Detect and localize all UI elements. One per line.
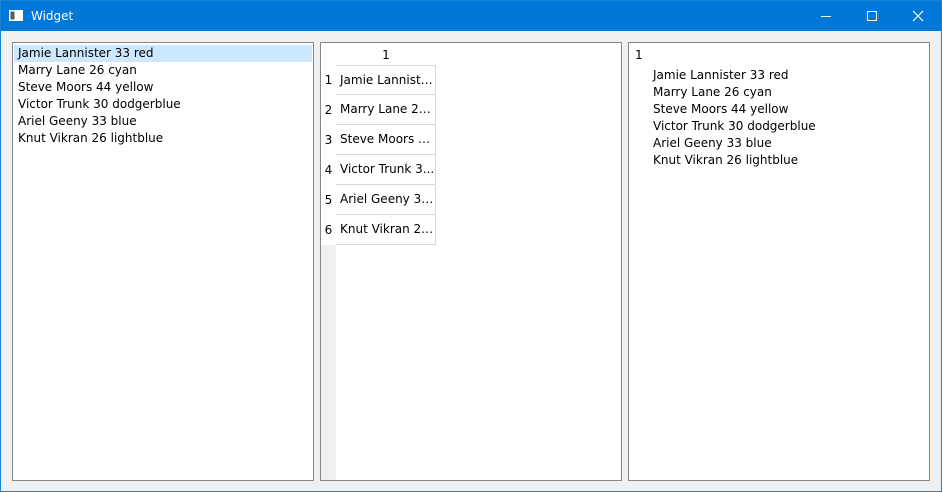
minimize-icon: [821, 16, 831, 17]
table-cell[interactable]: Steve Moors 4...: [336, 125, 436, 155]
maximize-icon: [867, 11, 877, 21]
app-window: Widget Jamie Lannister 33 red Marry Lane…: [0, 0, 942, 492]
table-cell[interactable]: Ariel Geeny 33 ...: [336, 185, 436, 215]
list-item[interactable]: Knut Vikran 26 lightblue: [14, 130, 312, 147]
tree-view[interactable]: 1 Jamie Lannister 33 red Marry Lane 26 c…: [628, 42, 930, 481]
table-corner[interactable]: [321, 43, 336, 65]
close-icon: [912, 10, 924, 22]
tree-item[interactable]: Jamie Lannister 33 red: [653, 67, 789, 84]
table-cell[interactable]: Victor Trunk 3...: [336, 155, 436, 185]
row-header[interactable]: 5: [321, 185, 336, 215]
row-header[interactable]: 6: [321, 215, 336, 245]
title-bar[interactable]: Widget: [1, 1, 941, 31]
list-item[interactable]: Victor Trunk 30 dodgerblue: [14, 96, 312, 113]
minimize-button[interactable]: [803, 1, 849, 31]
column-header[interactable]: 1: [336, 43, 436, 65]
tree-item[interactable]: Ariel Geeny 33 blue: [653, 135, 772, 152]
table-cell[interactable]: Jamie Lannister...: [336, 65, 436, 95]
list-item[interactable]: Jamie Lannister 33 red: [14, 45, 312, 62]
list-item[interactable]: Steve Moors 44 yellow: [14, 79, 312, 96]
row-header[interactable]: 2: [321, 95, 336, 125]
list-item[interactable]: Ariel Geeny 33 blue: [14, 113, 312, 130]
window-title: Widget: [31, 9, 74, 23]
table-cell[interactable]: Knut Vikran 26...: [336, 215, 436, 245]
table-view[interactable]: 1 1 2 3 4 5 6 Jamie Lannister... Marry L…: [320, 42, 622, 481]
row-header[interactable]: 3: [321, 125, 336, 155]
row-header[interactable]: 4: [321, 155, 336, 185]
tree-item[interactable]: Steve Moors 44 yellow: [653, 101, 788, 118]
window-app-icon: [9, 10, 23, 21]
tree-item[interactable]: Victor Trunk 30 dodgerblue: [653, 118, 816, 135]
tree-item[interactable]: Knut Vikran 26 lightblue: [653, 152, 798, 169]
maximize-button[interactable]: [849, 1, 895, 31]
table-cell[interactable]: Marry Lane 26 ...: [336, 95, 436, 125]
row-header[interactable]: 1: [321, 65, 336, 95]
tree-item[interactable]: Marry Lane 26 cyan: [653, 84, 772, 101]
tree-header[interactable]: 1: [635, 47, 643, 64]
list-view[interactable]: Jamie Lannister 33 red Marry Lane 26 cya…: [12, 42, 314, 481]
list-item[interactable]: Marry Lane 26 cyan: [14, 62, 312, 79]
close-button[interactable]: [895, 1, 941, 31]
